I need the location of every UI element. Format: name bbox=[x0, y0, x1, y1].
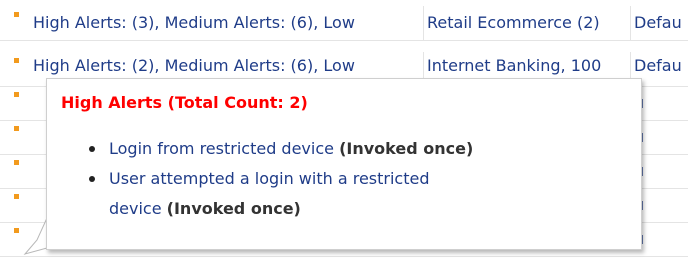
bullet-icon bbox=[89, 176, 95, 182]
tooltip-title: High Alerts (Total Count: 2) bbox=[61, 93, 308, 112]
row-marker-icon bbox=[14, 160, 19, 165]
table-row[interactable]: High Alerts: (3), Medium Alerts: (6), Lo… bbox=[0, 6, 688, 41]
tooltip-list: Login from restricted device (Invoked on… bbox=[89, 134, 629, 224]
invoked-count: (Invoked once) bbox=[339, 139, 474, 158]
row-marker-icon bbox=[14, 92, 19, 97]
bullet-icon bbox=[89, 146, 95, 152]
alert-text: User attempted a login with a restricted bbox=[109, 169, 430, 188]
alert-text: Login from restricted device bbox=[109, 139, 334, 158]
row-marker-icon bbox=[14, 126, 19, 131]
alerts-cell[interactable]: High Alerts: (3), Medium Alerts: (6), Lo… bbox=[0, 6, 424, 40]
alerts-tooltip: High Alerts (Total Count: 2) Login from … bbox=[46, 78, 642, 250]
list-item: Login from restricted device (Invoked on… bbox=[89, 134, 629, 164]
row-marker-icon bbox=[14, 194, 19, 199]
row-marker-icon bbox=[14, 228, 19, 233]
application-cell[interactable]: Retail Ecommerce (2) bbox=[425, 6, 631, 40]
invoked-count: (Invoked once) bbox=[166, 199, 301, 218]
list-item: User attempted a login with a restricted… bbox=[89, 164, 629, 224]
policy-cell[interactable]: Defau bbox=[632, 6, 688, 40]
alert-text-continued: device bbox=[109, 199, 162, 218]
